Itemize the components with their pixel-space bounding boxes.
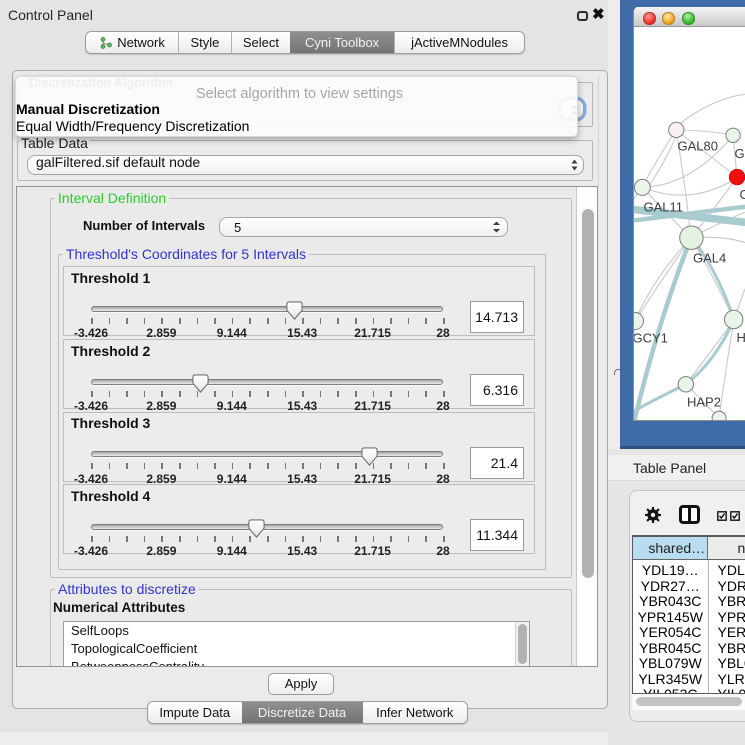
svg-text:GAL80: GAL80 [677,139,717,154]
svg-text:G.: G. [734,146,745,161]
svg-text:GAL11: GAL11 [643,200,683,215]
svg-text:GCY1: GCY1 [634,331,668,346]
svg-text:H: H [736,330,745,345]
svg-text:HAP2: HAP2 [687,395,721,410]
svg-text:C: C [739,187,745,202]
svg-text:GAL4: GAL4 [693,251,726,266]
